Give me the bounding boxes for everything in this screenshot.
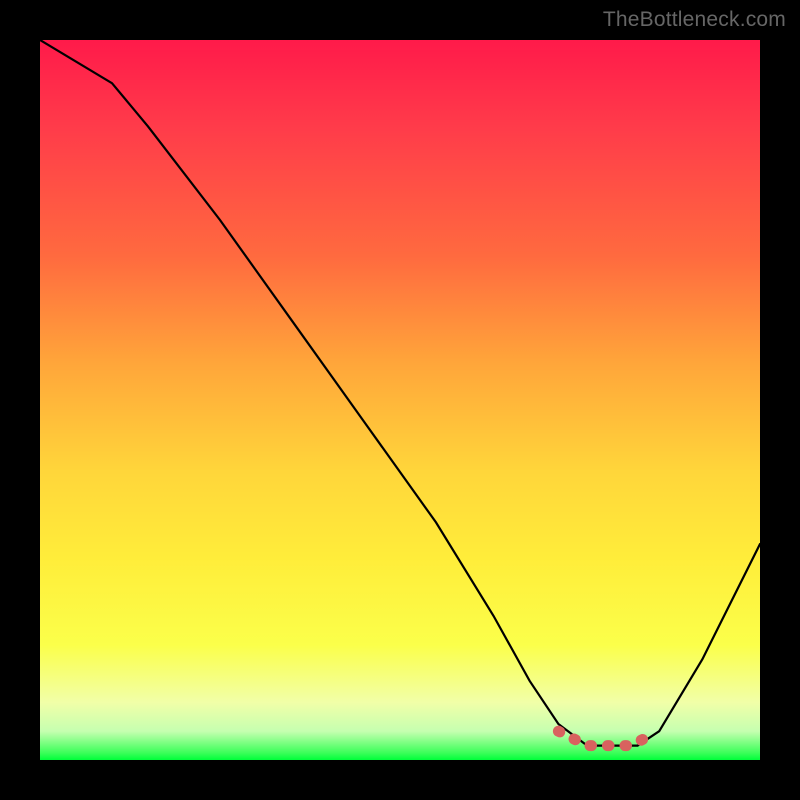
optimal-segment-path	[558, 731, 644, 745]
bottleneck-curve-svg	[40, 40, 760, 760]
plot-area	[40, 40, 760, 760]
watermark-label: TheBottleneck.com	[603, 8, 786, 32]
bottleneck-curve-path	[40, 40, 760, 746]
chart-frame: TheBottleneck.com	[0, 0, 800, 800]
